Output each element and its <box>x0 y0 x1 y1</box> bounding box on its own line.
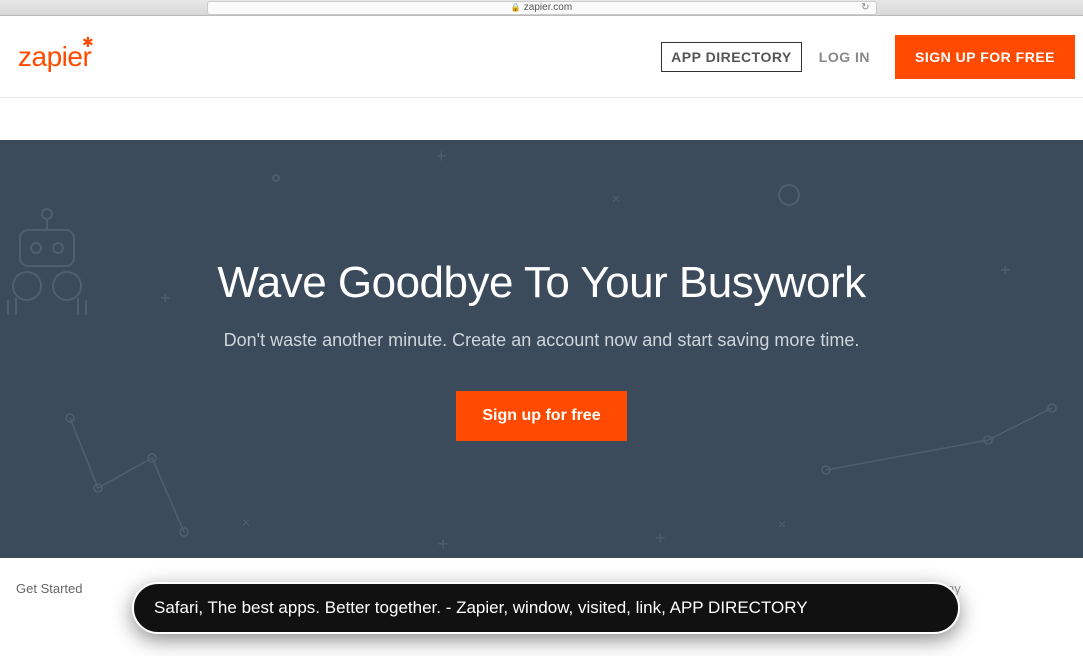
plus-decoration-icon: + <box>438 534 449 555</box>
url-text: zapier.com <box>524 2 572 13</box>
x-decoration-icon: × <box>242 514 250 530</box>
hero-sign-up-button[interactable]: Sign up for free <box>456 391 626 441</box>
browser-chrome: 🔒 zapier.com ↻ <box>0 0 1083 16</box>
accessibility-tooltip: Safari, The best apps. Better together. … <box>132 582 960 634</box>
accessibility-tooltip-text: Safari, The best apps. Better together. … <box>154 598 808 617</box>
hero-title: Wave Goodbye To Your Busywork <box>0 140 1083 308</box>
plus-decoration-icon: + <box>436 146 447 167</box>
plus-decoration-icon: + <box>1000 260 1011 281</box>
circle-decoration-icon <box>272 174 280 182</box>
graph-decoration-icon <box>62 410 192 540</box>
logo-asterisk-icon: ✱ <box>82 35 93 49</box>
circle-decoration-icon <box>778 184 800 206</box>
robot-decoration-icon <box>2 200 92 320</box>
nav-sign-up-button[interactable]: SIGN UP FOR FREE <box>895 35 1075 79</box>
logo-text: zapier <box>18 41 91 72</box>
plus-decoration-icon: + <box>655 528 666 549</box>
nav-log-in[interactable]: LOG IN <box>810 43 879 71</box>
nav-app-directory[interactable]: APP DIRECTORY <box>661 42 802 72</box>
hero-subtitle: Don't waste another minute. Create an ac… <box>0 330 1083 351</box>
x-decoration-icon: × <box>612 190 620 206</box>
zapier-logo[interactable]: zapier ✱ <box>18 43 91 71</box>
lock-icon: 🔒 <box>511 3 521 12</box>
graph-decoration-icon <box>818 400 1078 480</box>
plus-decoration-icon: + <box>160 288 171 309</box>
site-header: zapier ✱ APP DIRECTORY LOG IN SIGN UP FO… <box>0 16 1083 98</box>
x-decoration-icon: × <box>778 516 786 532</box>
url-bar[interactable]: 🔒 zapier.com ↻ <box>207 1 877 15</box>
hero-section: + × + + × + × + Wave Goodbye To Your Bus… <box>0 140 1083 558</box>
reload-icon[interactable]: ↻ <box>861 2 869 13</box>
